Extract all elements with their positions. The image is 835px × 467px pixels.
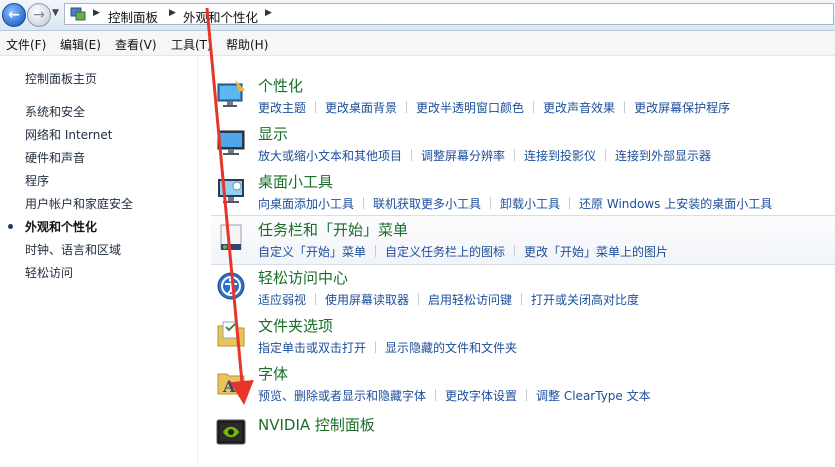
link-cleartype[interactable]: 调整 ClearType 文本: [536, 389, 651, 403]
category-title[interactable]: 字体: [258, 363, 288, 384]
category-title[interactable]: 桌面小工具: [258, 171, 333, 192]
folder-options-icon: [217, 321, 245, 347]
link-separator: [315, 101, 317, 113]
category-ease-of-access: 轻松访问中心 适应弱视 使用屏幕读取器 启用轻松访问键 打开或关闭高对比度: [211, 264, 835, 312]
link-separator: [521, 293, 523, 305]
category-folder-options: 文件夹选项 指定单击或双击打开 显示隐藏的文件和文件夹: [211, 312, 835, 360]
link-window-color[interactable]: 更改半透明窗口颜色: [416, 101, 524, 115]
nvidia-icon: [216, 419, 246, 445]
category-title[interactable]: 显示: [258, 123, 288, 144]
link-separator: [435, 389, 437, 401]
link-resolution[interactable]: 调整屏幕分辨率: [421, 149, 505, 163]
menu-tools[interactable]: 工具(T): [171, 36, 212, 53]
category-gadgets: 桌面小工具 向桌面添加小工具 联机获取更多小工具 卸载小工具 还原 Windows 上…: [211, 168, 835, 216]
category-title[interactable]: 轻松访问中心: [258, 267, 348, 288]
category-taskbar: 任务栏和「开始」菜单 自定义「开始」菜单 自定义任务栏上的图标 更改「开始」菜单上的…: [211, 215, 835, 265]
link-start-picture[interactable]: 更改「开始」菜单上的图片: [524, 245, 668, 259]
menu-view[interactable]: 查看(V): [115, 36, 157, 53]
link-separator: [375, 341, 377, 353]
category-fonts: A 字体 预览、删除或者显示和隐藏字体 更改字体设置 调整 ClearType 文本: [211, 360, 835, 408]
current-item-bullet: [8, 224, 13, 229]
link-separator: [375, 245, 377, 257]
recent-pages-dropdown[interactable]: ▼: [52, 8, 59, 18]
link-font-settings[interactable]: 更改字体设置: [445, 389, 517, 403]
menu-help[interactable]: 帮助(H): [226, 36, 268, 53]
back-button[interactable]: ←: [2, 3, 26, 27]
link-separator: [533, 101, 535, 113]
sidebar-item-clock-language[interactable]: 时钟、语言和区域: [25, 241, 121, 258]
address-bar: ← → ▼ ▶ 控制面板 ▶ 外观和个性化 ▶: [0, 0, 835, 31]
link-customize-start[interactable]: 自定义「开始」菜单: [258, 245, 366, 259]
taskbar-icon: [220, 224, 242, 250]
link-screen-reader[interactable]: 使用屏幕读取器: [325, 293, 409, 307]
link-separator: [605, 149, 607, 161]
address-box[interactable]: ▶ 控制面板 ▶ 外观和个性化 ▶: [64, 3, 834, 25]
link-separator: [526, 389, 528, 401]
gadgets-icon: [218, 179, 244, 203]
sidebar-item-ease-of-access[interactable]: 轻松访问: [25, 264, 73, 281]
link-change-background[interactable]: 更改桌面背景: [325, 101, 397, 115]
category-display: 显示 放大或缩小文本和其他项目 调整屏幕分辨率 连接到投影仪 连接到外部显示器: [211, 120, 835, 168]
fonts-icon: A: [217, 373, 245, 396]
link-external-display[interactable]: 连接到外部显示器: [615, 149, 711, 163]
sidebar: 控制面板主页 系统和安全 网络和 Internet 硬件和声音 程序 用户帐户和…: [0, 56, 197, 467]
link-low-vision[interactable]: 适应弱视: [258, 293, 306, 307]
category-personalization: 个性化 更改主题 更改桌面背景 更改半透明窗口颜色 更改声音效果 更改屏幕保护程序: [211, 72, 835, 120]
link-change-theme[interactable]: 更改主题: [258, 101, 306, 115]
link-restore-gadgets[interactable]: 还原 Windows 上安装的桌面小工具: [579, 197, 772, 211]
svg-text:A: A: [222, 377, 236, 396]
link-high-contrast[interactable]: 打开或关闭高对比度: [531, 293, 639, 307]
personalization-icon: [217, 80, 245, 107]
link-sound-effects[interactable]: 更改声音效果: [543, 101, 615, 115]
link-separator: [569, 197, 571, 209]
breadcrumb-arrow-icon[interactable]: ▶: [169, 8, 176, 18]
link-screen-saver[interactable]: 更改屏幕保护程序: [634, 101, 730, 115]
link-single-double-click[interactable]: 指定单击或双击打开: [258, 341, 366, 355]
link-separator: [315, 293, 317, 305]
control-panel-icon: [70, 7, 86, 21]
link-add-gadgets[interactable]: 向桌面添加小工具: [258, 197, 354, 211]
link-projector[interactable]: 连接到投影仪: [524, 149, 596, 163]
menu-bar: 文件(F) 编辑(E) 查看(V) 工具(T) 帮助(H): [0, 31, 835, 56]
link-access-keys[interactable]: 启用轻松访问键: [428, 293, 512, 307]
display-icon: [217, 130, 245, 155]
link-taskbar-icons[interactable]: 自定义任务栏上的图标: [385, 245, 505, 259]
link-show-hidden-files[interactable]: 显示隐藏的文件和文件夹: [385, 341, 517, 355]
sidebar-divider: [197, 56, 198, 467]
link-get-more-gadgets[interactable]: 联机获取更多小工具: [373, 197, 481, 211]
link-separator: [363, 197, 365, 209]
menu-file[interactable]: 文件(F): [6, 36, 46, 53]
category-title[interactable]: 个性化: [258, 75, 303, 96]
sidebar-item-user-accounts[interactable]: 用户帐户和家庭安全: [25, 195, 133, 212]
link-separator: [624, 101, 626, 113]
link-separator: [514, 149, 516, 161]
category-title[interactable]: 文件夹选项: [258, 315, 333, 336]
forward-button[interactable]: →: [27, 3, 51, 27]
link-separator: [514, 245, 516, 257]
ease-of-access-icon: [217, 272, 245, 300]
category-title[interactable]: NVIDIA 控制面板: [258, 414, 375, 435]
sidebar-item-network[interactable]: 网络和 Internet: [25, 126, 112, 143]
breadcrumb-arrow-icon[interactable]: ▶: [265, 8, 272, 18]
menu-edit[interactable]: 编辑(E): [60, 36, 101, 53]
category-title[interactable]: 任务栏和「开始」菜单: [258, 219, 408, 240]
link-separator: [490, 197, 492, 209]
category-nvidia: NVIDIA 控制面板: [211, 410, 835, 458]
sidebar-item-hardware-sound[interactable]: 硬件和声音: [25, 149, 85, 166]
link-text-size[interactable]: 放大或缩小文本和其他项目: [258, 149, 402, 163]
breadcrumb-control-panel[interactable]: 控制面板: [108, 7, 158, 26]
breadcrumb-arrow-icon[interactable]: ▶: [93, 8, 100, 18]
breadcrumb-appearance[interactable]: 外观和个性化: [183, 7, 258, 26]
sidebar-item-programs[interactable]: 程序: [25, 172, 49, 189]
sidebar-item-system-security[interactable]: 系统和安全: [25, 103, 85, 120]
link-separator: [411, 149, 413, 161]
link-preview-fonts[interactable]: 预览、删除或者显示和隐藏字体: [258, 389, 426, 403]
link-uninstall-gadget[interactable]: 卸载小工具: [500, 197, 560, 211]
link-separator: [406, 101, 408, 113]
sidebar-item-home[interactable]: 控制面板主页: [25, 70, 97, 87]
sidebar-item-appearance: 外观和个性化: [25, 220, 98, 234]
link-separator: [418, 293, 420, 305]
